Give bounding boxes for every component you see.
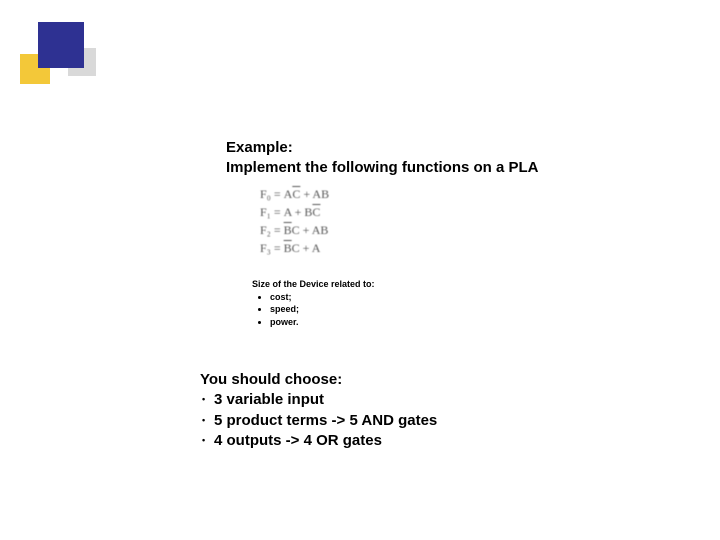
size-block: Size of the Device related to: cost; spe… bbox=[252, 278, 375, 328]
equation-f0: F₀ = AC + AB bbox=[260, 185, 329, 203]
slide-title: Example: Implement the following functio… bbox=[226, 138, 539, 177]
choose-item: 3 variable input bbox=[216, 390, 437, 410]
equation-f3: F₃ = BC + A bbox=[260, 239, 329, 257]
equations-block: F₀ = AC + AB F₁ = A + BC F₂ = BC + AB F₃… bbox=[260, 185, 329, 257]
size-list: cost; speed; power. bbox=[252, 291, 375, 329]
equation-f1: F₁ = A + BC bbox=[260, 203, 329, 221]
choose-heading: You should choose: bbox=[200, 370, 437, 390]
size-item: cost; bbox=[270, 291, 375, 304]
choose-item: 5 product terms -> 5 AND gates bbox=[216, 411, 437, 431]
choose-item: 4 outputs -> 4 OR gates bbox=[216, 431, 437, 451]
size-item: speed; bbox=[270, 303, 375, 316]
slide-logo bbox=[20, 22, 110, 102]
size-heading: Size of the Device related to: bbox=[252, 278, 375, 291]
title-line-1: Example: bbox=[226, 138, 539, 158]
choose-block: You should choose: 3 variable input 5 pr… bbox=[200, 370, 437, 451]
title-line-2: Implement the following functions on a P… bbox=[226, 158, 539, 178]
logo-square-blue bbox=[38, 22, 84, 68]
equation-f2: F₂ = BC + AB bbox=[260, 221, 329, 239]
choose-list: 3 variable input 5 product terms -> 5 AN… bbox=[200, 390, 437, 451]
size-item: power. bbox=[270, 316, 375, 329]
